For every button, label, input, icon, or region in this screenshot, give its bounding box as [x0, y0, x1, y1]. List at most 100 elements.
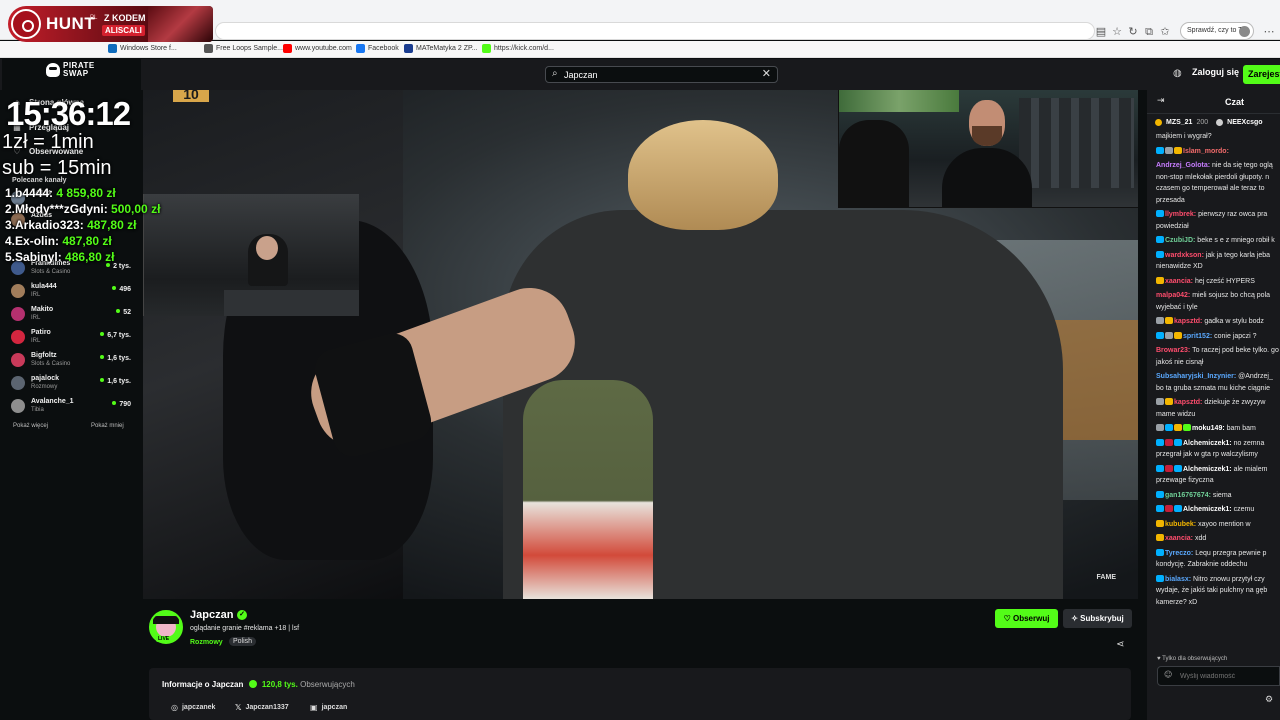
channel-avatar: [11, 284, 25, 298]
login-button[interactable]: Zaloguj się: [1192, 67, 1239, 77]
chat-gifters: MZS_21 200 NEEXcsgo: [1155, 119, 1263, 126]
chat-username[interactable]: Subsaharyjski_Inzynier:: [1156, 373, 1236, 380]
channel-category: IRL: [31, 315, 41, 321]
refresh-icon[interactable]: ↻: [1126, 25, 1140, 39]
webcam-shelf: [1019, 98, 1134, 188]
video-scene-head: [628, 120, 778, 230]
channel-name: kula444: [31, 283, 57, 290]
favorites-icon[interactable]: ✩: [1158, 25, 1172, 39]
top-navbar: ⌕ ✕ ◍ Zaloguj się Zarejestruj: [0, 59, 1280, 90]
subscribe-button[interactable]: ✧ Subskrybuj: [1063, 609, 1132, 628]
chat-username[interactable]: Andrzej_Golota:: [1156, 162, 1210, 169]
chat-username[interactable]: moku149:: [1192, 425, 1225, 432]
chat-username[interactable]: kapsztd:: [1174, 399, 1202, 406]
chat-username[interactable]: xaancia:: [1165, 535, 1193, 542]
chat-username[interactable]: malpa042:: [1156, 292, 1190, 299]
sidebar-channel[interactable]: Avalanche_1 Tibia 790: [11, 397, 131, 417]
sidebar-channel[interactable]: Patiro IRL 6,7 tys.: [11, 328, 131, 348]
chat-username[interactable]: sprit152:: [1183, 333, 1212, 340]
chat-username[interactable]: kububek:: [1165, 521, 1196, 528]
chat-badge-icon: [1165, 464, 1173, 472]
ranking-amount: 486,80 zł: [65, 250, 115, 264]
live-badge: LIVE: [156, 636, 172, 642]
reader-icon[interactable]: ▤: [1094, 25, 1108, 39]
chat-badge-icon: [1165, 146, 1173, 154]
chat-username[interactable]: Alchemiczek1:: [1183, 440, 1232, 447]
chat-text: czemu: [1233, 506, 1255, 513]
chat-message: kapsztd: dziekuje że zwyzyw mame widzu: [1156, 397, 1280, 420]
search-box[interactable]: ⌕ ✕: [545, 66, 778, 83]
share-icon[interactable]: ⋖: [1116, 639, 1124, 650]
chat-badge-icon: [1165, 424, 1173, 431]
hunt-promo-banner[interactable]: HUNT PL Z KODEM ALISCALI: [8, 6, 213, 42]
hunt-small: PL: [90, 15, 98, 21]
chat-badge-icon: [1174, 438, 1182, 446]
chat-username[interactable]: Alchemiczek1:: [1183, 466, 1232, 473]
bookmark-item[interactable]: www.youtube.com: [283, 44, 352, 53]
stream-category[interactable]: Rozmowy: [190, 639, 223, 646]
star-icon[interactable]: ☆: [1110, 25, 1124, 39]
bookmark-item[interactable]: Facebook: [356, 44, 399, 53]
sidebar-channel[interactable]: pajalock Rozmowy 1,6 tys.: [11, 374, 131, 394]
chat-message: Tyreczo: Lequ przegra pewnie p kondycję.…: [1156, 548, 1280, 571]
bookmark-item[interactable]: MATeMatyka 2 ZP...: [404, 44, 478, 53]
channel-name: Patiro: [31, 329, 51, 336]
profile-button[interactable]: Sprawdź, czy to Ty: [1180, 22, 1254, 40]
hunt-promo-code: ALISCALI: [102, 25, 145, 36]
stream-tag[interactable]: Polish: [229, 637, 257, 646]
chat-username[interactable]: Tyreczo:: [1165, 550, 1193, 557]
search-input[interactable]: [564, 68, 754, 82]
pirateswap-logo[interactable]: PIRATE SWAP: [46, 61, 116, 79]
channel-avatar: [11, 353, 25, 367]
bookmark-item[interactable]: Free Loops Sample...: [204, 44, 283, 53]
globe-icon[interactable]: ◍: [1173, 68, 1182, 79]
webcam-chair: [839, 120, 909, 207]
chat-username[interactable]: gan16767674:: [1165, 492, 1211, 499]
channel-viewers: 496: [112, 286, 131, 293]
bookmark-item[interactable]: Windows Store f...: [108, 44, 177, 53]
chat-username[interactable]: Browar23:: [1156, 347, 1190, 354]
chat-text: bam bam: [1226, 425, 1256, 432]
extensions-icon[interactable]: ⧉: [1142, 25, 1156, 39]
video-scene-person: [523, 380, 653, 599]
show-more-link[interactable]: Pokaż więcej: [13, 423, 48, 429]
chat-message: wardxkson: jak ja tego karla jeba nienaw…: [1156, 250, 1280, 273]
chat-badge-icon: [1174, 146, 1182, 154]
chat-username[interactable]: xaancia:: [1165, 278, 1193, 285]
sidebar-channel[interactable]: Makito IRL 52: [11, 305, 131, 325]
social-instagram[interactable]: ◎ japczanek: [171, 703, 215, 712]
channel-viewers: 52: [116, 309, 131, 316]
kick-icon: ▣: [310, 703, 318, 712]
chat-title: Czat: [1225, 97, 1245, 107]
chat-message: Alchemiczek1: czemu: [1156, 504, 1280, 516]
chat-username[interactable]: bialasx:: [1165, 576, 1191, 583]
emote-icon[interactable]: ☺: [1164, 670, 1172, 679]
register-button[interactable]: Zarejestruj: [1243, 65, 1280, 84]
sidebar-channel[interactable]: kula444 IRL 496: [11, 282, 131, 302]
streamer-name[interactable]: Japczan: [190, 609, 233, 621]
skull-icon: [46, 63, 60, 77]
video-player[interactable]: 10 FAME: [143, 90, 1138, 599]
chat-username[interactable]: kapsztd:: [1174, 318, 1202, 325]
chat-username[interactable]: wardxkson:: [1165, 252, 1204, 259]
follow-button[interactable]: ♡ Obserwuj: [995, 609, 1058, 628]
show-less-link[interactable]: Pokaż mniej: [91, 423, 124, 429]
clear-search-icon[interactable]: ✕: [762, 67, 771, 80]
chat-username[interactable]: Alchemiczek1:: [1183, 506, 1232, 513]
collapse-chat-icon[interactable]: ⇥: [1157, 96, 1165, 106]
social-x[interactable]: 𝕏 Japczan1337: [235, 703, 289, 712]
chat-username[interactable]: llymbrek:: [1165, 211, 1196, 218]
chat-input[interactable]: [1157, 666, 1280, 686]
ranking-position: 3.: [5, 218, 16, 232]
bookmark-item[interactable]: https://kick.com/d...: [482, 44, 554, 53]
hunt-promo-label: Z KODEM: [104, 13, 146, 23]
chat-message: CzubiJD: beke s e z mniego robił k: [1156, 235, 1280, 247]
menu-dots-icon[interactable]: ⋯: [1262, 25, 1276, 39]
gear-icon[interactable]: ⚙: [1265, 695, 1273, 705]
sidebar-channel[interactable]: Bigfoltz Slots & Casino 1,6 tys.: [11, 351, 131, 371]
social-kick[interactable]: ▣ japczan: [310, 703, 347, 712]
chat-username[interactable]: CzubiJD:: [1165, 237, 1195, 244]
chat-username[interactable]: Islam_mordo:: [1183, 148, 1229, 155]
chat-badge-icon: [1156, 424, 1164, 431]
address-bar[interactable]: [215, 22, 1095, 40]
